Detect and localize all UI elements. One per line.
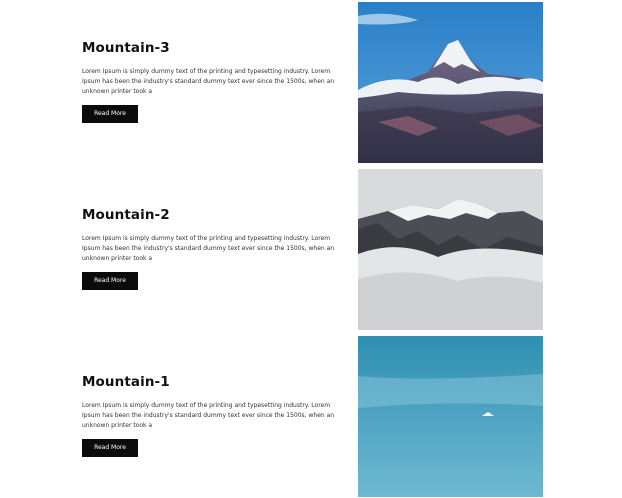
card-text: Mountain-3 Lorem Ipsum is simply dummy t…: [82, 40, 344, 123]
card-description: Lorem Ipsum is simply dummy text of the …: [82, 68, 335, 95]
mountain-image: [358, 336, 543, 497]
mountain-image: [358, 2, 543, 163]
card-description: Lorem Ipsum is simply dummy text of the …: [82, 402, 335, 429]
blog-card-mountain-2: Mountain-2 Lorem Ipsum is simply dummy t…: [0, 169, 622, 331]
card-title: Mountain-2: [82, 207, 170, 223]
blog-card-mountain-1: Mountain-1 Lorem Ipsum is simply dummy t…: [0, 336, 622, 498]
mountain-photo: [358, 2, 543, 163]
card-title: Mountain-3: [82, 40, 170, 56]
mountain-photo: [358, 336, 543, 497]
mountain-photo: [358, 169, 543, 330]
card-text: Mountain-1 Lorem Ipsum is simply dummy t…: [82, 374, 344, 457]
read-more-button[interactable]: Read More: [82, 439, 138, 457]
card-title: Mountain-1: [82, 374, 170, 390]
card-description: Lorem Ipsum is simply dummy text of the …: [82, 235, 335, 262]
blog-card-mountain-3: Mountain-3 Lorem Ipsum is simply dummy t…: [0, 2, 622, 164]
read-more-button[interactable]: Read More: [82, 105, 138, 123]
card-text: Mountain-2 Lorem Ipsum is simply dummy t…: [82, 207, 344, 290]
read-more-button[interactable]: Read More: [82, 272, 138, 290]
mountain-image: [358, 169, 543, 330]
